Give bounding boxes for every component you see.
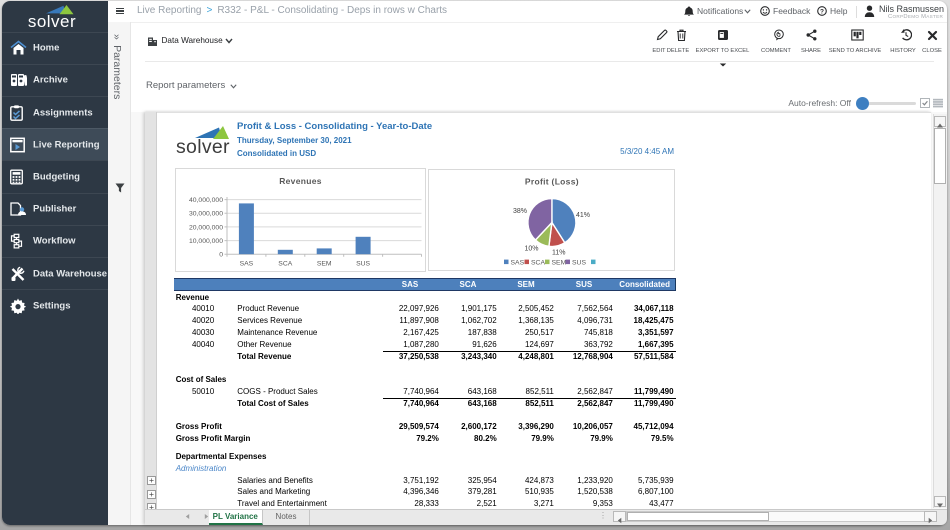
svg-text:SCA: SCA <box>278 260 292 267</box>
svg-text:Revenues: Revenues <box>279 176 322 186</box>
svg-text:SEM: SEM <box>552 259 567 266</box>
svg-text:?: ? <box>820 8 824 15</box>
svg-text:SUS: SUS <box>572 259 586 266</box>
svg-text:38%: 38% <box>513 207 527 214</box>
svg-text:SAS: SAS <box>511 259 525 266</box>
svg-text:41%: 41% <box>576 212 590 219</box>
svg-text:Profit (Loss): Profit (Loss) <box>525 176 579 186</box>
svg-text:10%: 10% <box>525 245 539 252</box>
svg-text:SAS: SAS <box>239 260 253 267</box>
svg-text:11%: 11% <box>552 249 566 256</box>
svg-text:SUS: SUS <box>356 260 370 267</box>
svg-text:20,000,000: 20,000,000 <box>188 224 222 231</box>
svg-text:0: 0 <box>219 251 223 258</box>
svg-text:SCA: SCA <box>531 259 545 266</box>
svg-text:SEM: SEM <box>316 260 331 267</box>
svg-text:40,000,000: 40,000,000 <box>188 197 222 204</box>
svg-text:10,000,000: 10,000,000 <box>188 238 222 245</box>
svg-text:30,000,000: 30,000,000 <box>188 210 222 217</box>
